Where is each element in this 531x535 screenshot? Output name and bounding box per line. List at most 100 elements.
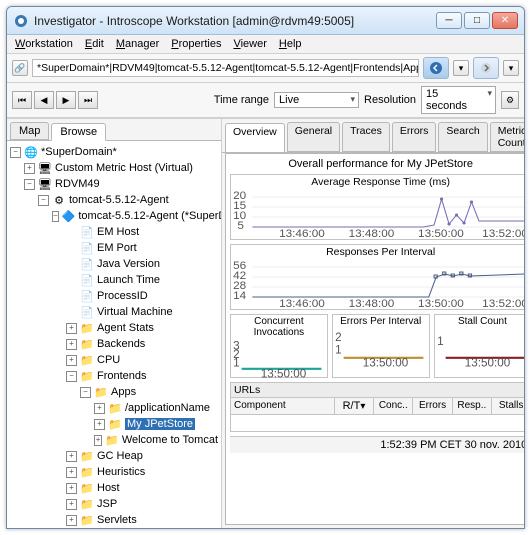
toggle-icon[interactable]: +: [94, 419, 105, 430]
window-title: Investigator - Introscope Workstation [a…: [34, 14, 436, 28]
toggle-icon[interactable]: +: [66, 483, 77, 494]
menu-help[interactable]: Help: [279, 38, 302, 50]
tree-item[interactable]: Backends: [97, 338, 145, 350]
toggle-icon[interactable]: +: [94, 435, 102, 446]
tree-item[interactable]: Heuristics: [97, 466, 145, 478]
folder-icon: 📁: [80, 481, 94, 495]
toggle-icon[interactable]: −: [52, 211, 59, 222]
folder-icon: 📁: [80, 497, 94, 511]
statusbar: 1:52:39 PM CET 30 nov. 2010: [230, 436, 525, 453]
resolution-label: Resolution: [364, 94, 416, 106]
tree-item[interactable]: EM Host: [97, 226, 139, 238]
tab-search[interactable]: Search: [438, 122, 487, 152]
tree-item[interactable]: EM Port: [97, 242, 137, 254]
menubar: Workstation Edit Manager Properties View…: [7, 35, 524, 54]
tab-overview[interactable]: Overview: [225, 123, 285, 153]
tab-errors[interactable]: Errors: [392, 122, 437, 152]
time-options-button[interactable]: ⚙: [501, 91, 519, 109]
tree-item[interactable]: Frontends: [97, 370, 147, 382]
menu-edit[interactable]: Edit: [85, 38, 104, 50]
toggle-icon[interactable]: −: [38, 195, 49, 206]
toggle-icon[interactable]: −: [24, 179, 35, 190]
toggle-icon[interactable]: +: [66, 339, 77, 350]
menu-workstation[interactable]: Workstation: [15, 38, 73, 50]
tree-root[interactable]: *SuperDomain*: [41, 146, 117, 158]
tree-item[interactable]: GC Heap: [97, 450, 143, 462]
col-conc[interactable]: Conc..: [374, 398, 413, 414]
folder-icon: 📁: [80, 337, 94, 351]
col-resp[interactable]: Resp..: [453, 398, 492, 414]
toggle-icon[interactable]: −: [80, 387, 91, 398]
svg-text:13:52:00: 13:52:00: [482, 298, 525, 309]
nav-back-menu[interactable]: ▾: [453, 60, 469, 76]
col-component[interactable]: Component: [231, 398, 335, 414]
tree-item[interactable]: CPU: [97, 354, 120, 366]
maximize-button[interactable]: □: [464, 12, 490, 29]
tab-browse[interactable]: Browse: [51, 123, 106, 141]
menu-properties[interactable]: Properties: [171, 38, 221, 50]
tree-item[interactable]: Virtual Machine: [97, 306, 173, 318]
toggle-icon[interactable]: +: [66, 355, 77, 366]
folder-icon: 📁: [80, 449, 94, 463]
urls-header: Component R/T▾ Conc.. Errors Resp.. Stal…: [231, 398, 525, 415]
col-rt[interactable]: R/T▾: [335, 398, 374, 414]
tree-item[interactable]: Servlets: [97, 514, 137, 526]
menu-viewer[interactable]: Viewer: [233, 38, 266, 50]
tree-item[interactable]: tomcat-5.5.12-Agent: [69, 194, 169, 206]
col-stalls[interactable]: Stalls: [492, 398, 525, 414]
svg-text:1: 1: [335, 344, 342, 357]
tree-item[interactable]: tomcat-5.5.12-Agent (*SuperDomain*): [78, 210, 221, 222]
overview-panel: Overall performance for My JPetStore Ave…: [225, 153, 525, 525]
toggle-icon[interactable]: −: [10, 147, 21, 158]
tree-item[interactable]: JSP: [97, 498, 117, 510]
tab-metriccount[interactable]: Metric Count: [490, 122, 525, 152]
toggle-icon[interactable]: +: [66, 451, 77, 462]
chart-errors: Errors Per Interval 2113:50:00: [332, 314, 430, 378]
tree-item[interactable]: /applicationName: [125, 402, 210, 414]
tree-item[interactable]: ProcessID: [97, 290, 148, 302]
toggle-icon[interactable]: +: [66, 467, 77, 478]
time-prev-button[interactable]: ◀: [34, 91, 54, 109]
toggle-icon[interactable]: +: [24, 163, 35, 174]
tree-item[interactable]: Java Version: [97, 258, 160, 270]
minimize-button[interactable]: ─: [436, 12, 462, 29]
urls-panel: URLs Component R/T▾ Conc.. Errors Resp..…: [230, 382, 525, 432]
nav-back-button[interactable]: [423, 57, 449, 79]
time-first-button[interactable]: ⏮: [12, 91, 32, 109]
timerange-select[interactable]: Live: [274, 92, 359, 108]
svg-text:13:52:00: 13:52:00: [482, 228, 525, 239]
path-icon[interactable]: 🔗: [12, 60, 28, 76]
host-icon: 🖥: [38, 161, 52, 175]
breadcrumb[interactable]: *SuperDomain*|RDVM49|tomcat-5.5.12-Agent…: [32, 59, 419, 77]
close-button[interactable]: ✕: [492, 12, 518, 29]
tree-item-selected[interactable]: My JPetStore: [125, 418, 195, 430]
toggle-icon[interactable]: +: [66, 499, 77, 510]
tree-item[interactable]: Launch Time: [97, 274, 160, 286]
nav-forward-button[interactable]: [473, 57, 499, 79]
menu-manager[interactable]: Manager: [116, 38, 159, 50]
metric-icon: 📄: [80, 273, 94, 287]
toggle-icon[interactable]: +: [66, 515, 77, 526]
tree-item[interactable]: Agent Stats: [97, 322, 154, 334]
toggle-icon[interactable]: +: [66, 323, 77, 334]
tree-view[interactable]: −🌐*SuperDomain* +🖥Custom Metric Host (Vi…: [7, 141, 221, 528]
toggle-icon[interactable]: +: [94, 403, 105, 414]
nav-forward-menu[interactable]: ▾: [503, 60, 519, 76]
tree-item[interactable]: Welcome to Tomcat: [122, 434, 218, 446]
svg-text:13:50:00: 13:50:00: [261, 367, 307, 379]
svg-text:2: 2: [335, 331, 342, 344]
time-last-button[interactable]: ⏭: [78, 91, 98, 109]
tree-item[interactable]: RDVM49: [55, 178, 100, 190]
tree-item[interactable]: Host: [97, 482, 120, 494]
domain-icon: 🌐: [24, 145, 38, 159]
tree-item[interactable]: Apps: [111, 386, 136, 398]
col-errors[interactable]: Errors: [413, 398, 452, 414]
toggle-icon[interactable]: −: [66, 371, 77, 382]
resolution-select[interactable]: 15 seconds: [421, 86, 496, 114]
tab-traces[interactable]: Traces: [342, 122, 390, 152]
tab-map[interactable]: Map: [10, 122, 49, 140]
tree-item[interactable]: Custom Metric Host (Virtual): [55, 162, 193, 174]
chart-concurrent: Concurrent Invocations 32113:50:00: [230, 314, 328, 378]
tab-general[interactable]: General: [287, 122, 340, 152]
time-next-button[interactable]: ▶: [56, 91, 76, 109]
